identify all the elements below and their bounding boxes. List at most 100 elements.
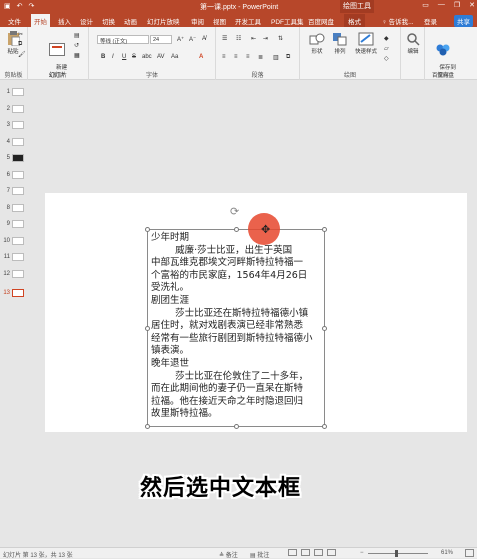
text-direction-icon[interactable]: ⇅ <box>278 35 283 42</box>
smartart-icon[interactable]: ⧉ <box>286 54 290 61</box>
slide-thumbnail[interactable]: 10 <box>0 234 28 250</box>
zoom-level[interactable]: 61% <box>441 550 453 556</box>
tab-pdf-tools[interactable]: PDF工具集 <box>271 16 304 26</box>
numbering-icon[interactable]: ☷ <box>236 35 241 42</box>
selected-text-box[interactable]: 少年时期 威廉·莎士比亚，出生于英国 中部瓦维克郡埃文河畔斯特拉特福一 个富裕的… <box>145 227 327 429</box>
tab-home[interactable]: 开始 <box>31 14 50 27</box>
resize-handle[interactable] <box>145 326 150 331</box>
undo-icon[interactable]: ↶ <box>17 2 23 10</box>
tab-format[interactable]: 格式 <box>344 14 365 27</box>
layout-icon[interactable]: ▤ <box>74 32 80 39</box>
tab-insert[interactable]: 插入 <box>58 16 71 26</box>
clear-format-icon[interactable]: A̸ <box>202 36 206 42</box>
zoom-slider[interactable] <box>368 553 428 554</box>
font-size-select[interactable]: 24 <box>150 35 172 44</box>
tell-me-box[interactable]: ♀ 告诉我... <box>382 16 414 26</box>
zoom-slider-knob[interactable] <box>395 550 398 557</box>
align-left-icon[interactable]: ≡ <box>222 54 226 60</box>
resize-handle[interactable] <box>145 227 150 232</box>
slide-thumbnail[interactable]: 5 <box>0 151 28 167</box>
rotate-handle-icon[interactable]: ⟳ <box>230 205 239 218</box>
slide-thumbnail[interactable]: 7 <box>0 184 28 200</box>
resize-handle[interactable] <box>322 227 327 232</box>
share-button[interactable]: 共享 <box>454 15 473 27</box>
arrange-button[interactable]: 排列 <box>329 32 351 55</box>
shadow-button[interactable]: abc <box>142 54 152 60</box>
text-box-content[interactable]: 少年时期 威廉·莎士比亚，出生于英国 中部瓦维克郡埃文河畔斯特拉特福一 个富裕的… <box>151 232 323 421</box>
close-icon[interactable]: ✕ <box>469 1 475 9</box>
slide-thumbnail[interactable]: 11 <box>0 250 28 266</box>
strikethrough-button[interactable]: S <box>132 54 136 60</box>
font-color-button[interactable]: A <box>199 54 203 60</box>
resize-handle[interactable] <box>322 326 327 331</box>
slide-thumbnail-selected[interactable]: 13 <box>0 286 28 302</box>
slide-thumbnail[interactable]: 9 <box>0 217 28 233</box>
group-label-clipboard: 剪贴板 <box>4 73 23 79</box>
char-spacing-button[interactable]: AV <box>157 54 165 60</box>
reset-icon[interactable]: ↺ <box>74 42 79 49</box>
login-link[interactable]: 登录 <box>424 16 437 26</box>
zoom-out-icon[interactable]: − <box>360 550 364 556</box>
justify-icon[interactable]: ≣ <box>258 54 263 61</box>
shapes-icon <box>309 33 325 45</box>
columns-icon[interactable]: ▥ <box>273 54 279 61</box>
resize-handle[interactable] <box>234 227 239 232</box>
tab-view[interactable]: 视图 <box>213 16 226 26</box>
tab-review[interactable]: 审阅 <box>191 16 204 26</box>
tab-file[interactable]: 文件 <box>8 16 21 26</box>
tab-developer[interactable]: 开发工具 <box>235 16 261 26</box>
tab-slideshow[interactable]: 幻灯片放映 <box>147 16 180 26</box>
move-cursor-icon: ✥ <box>261 224 271 236</box>
resize-handle[interactable] <box>322 424 327 429</box>
change-case-button[interactable]: Aa <box>171 54 178 60</box>
normal-view-icon[interactable] <box>288 549 297 556</box>
indent-icon[interactable]: ⇤ <box>251 35 256 42</box>
ribbon-display-icon[interactable]: ▭ <box>422 1 429 9</box>
align-center-icon[interactable]: ≡ <box>234 54 238 60</box>
tab-baidu-netdisk[interactable]: 百度网盘 <box>308 16 334 26</box>
fit-to-window-icon[interactable] <box>465 549 474 557</box>
tab-transitions[interactable]: 切换 <box>102 16 115 26</box>
shape-fill-icon[interactable]: ◆ <box>384 35 389 42</box>
section-icon[interactable]: ▦ <box>74 52 80 59</box>
restore-icon[interactable]: ❐ <box>454 1 460 9</box>
shape-outline-icon[interactable]: ▱ <box>384 45 389 52</box>
save-icon[interactable]: ▣ <box>4 2 11 10</box>
slide-thumbnail[interactable]: 4 <box>0 135 28 151</box>
format-painter-icon[interactable]: 🖌 <box>18 51 26 58</box>
baidu-netdisk-icon <box>436 44 450 56</box>
shape-button[interactable]: 形状 <box>306 32 328 55</box>
bullets-icon[interactable]: ☰ <box>222 35 227 42</box>
shape-effects-icon[interactable]: ◇ <box>384 55 389 62</box>
ribbon-tabs: 文件 开始 插入 设计 切换 动画 幻灯片放映 审阅 视图 开发工具 PDF工具… <box>0 13 477 27</box>
underline-button[interactable]: U <box>122 54 126 60</box>
group-font: 等线 (正文) 24 A⁺ A⁻ A̸ B I U S abc AV Aa A … <box>89 27 216 80</box>
bold-button[interactable]: B <box>101 54 105 60</box>
outdent-icon[interactable]: ⇥ <box>263 35 268 42</box>
slide-thumbnail[interactable]: 8 <box>0 201 28 217</box>
shrink-font-icon[interactable]: A⁻ <box>189 36 196 43</box>
slide-thumbnail[interactable]: 6 <box>0 168 28 184</box>
align-right-icon[interactable]: ≡ <box>246 54 250 60</box>
font-name-select[interactable]: 等线 (正文) <box>97 35 149 45</box>
redo-icon[interactable]: ↷ <box>29 2 35 10</box>
resize-handle[interactable] <box>234 424 239 429</box>
slide-thumbnail[interactable]: 1 <box>0 85 28 101</box>
tab-animations[interactable]: 动画 <box>124 16 137 26</box>
reading-view-icon[interactable] <box>314 549 323 556</box>
grow-font-icon[interactable]: A⁺ <box>177 36 184 43</box>
slide-thumbnail[interactable]: 12 <box>0 267 28 283</box>
edit-button[interactable]: 编辑 <box>403 32 423 55</box>
slide-thumbnail[interactable]: 3 <box>0 118 28 134</box>
quick-styles-button[interactable]: 快速样式 <box>352 32 380 55</box>
slide-sorter-icon[interactable] <box>301 549 310 556</box>
resize-handle[interactable] <box>145 424 150 429</box>
tab-design[interactable]: 设计 <box>80 16 93 26</box>
slide-thumbnail[interactable]: 2 <box>0 102 28 118</box>
context-tab-drawing-tools: 绘图工具 <box>340 0 374 13</box>
italic-button[interactable]: I <box>112 54 114 60</box>
minimize-icon[interactable]: — <box>438 1 445 9</box>
copy-icon[interactable]: ⧉ <box>18 41 22 48</box>
cut-icon[interactable]: ✂ <box>18 31 23 38</box>
slideshow-icon[interactable] <box>327 549 336 556</box>
